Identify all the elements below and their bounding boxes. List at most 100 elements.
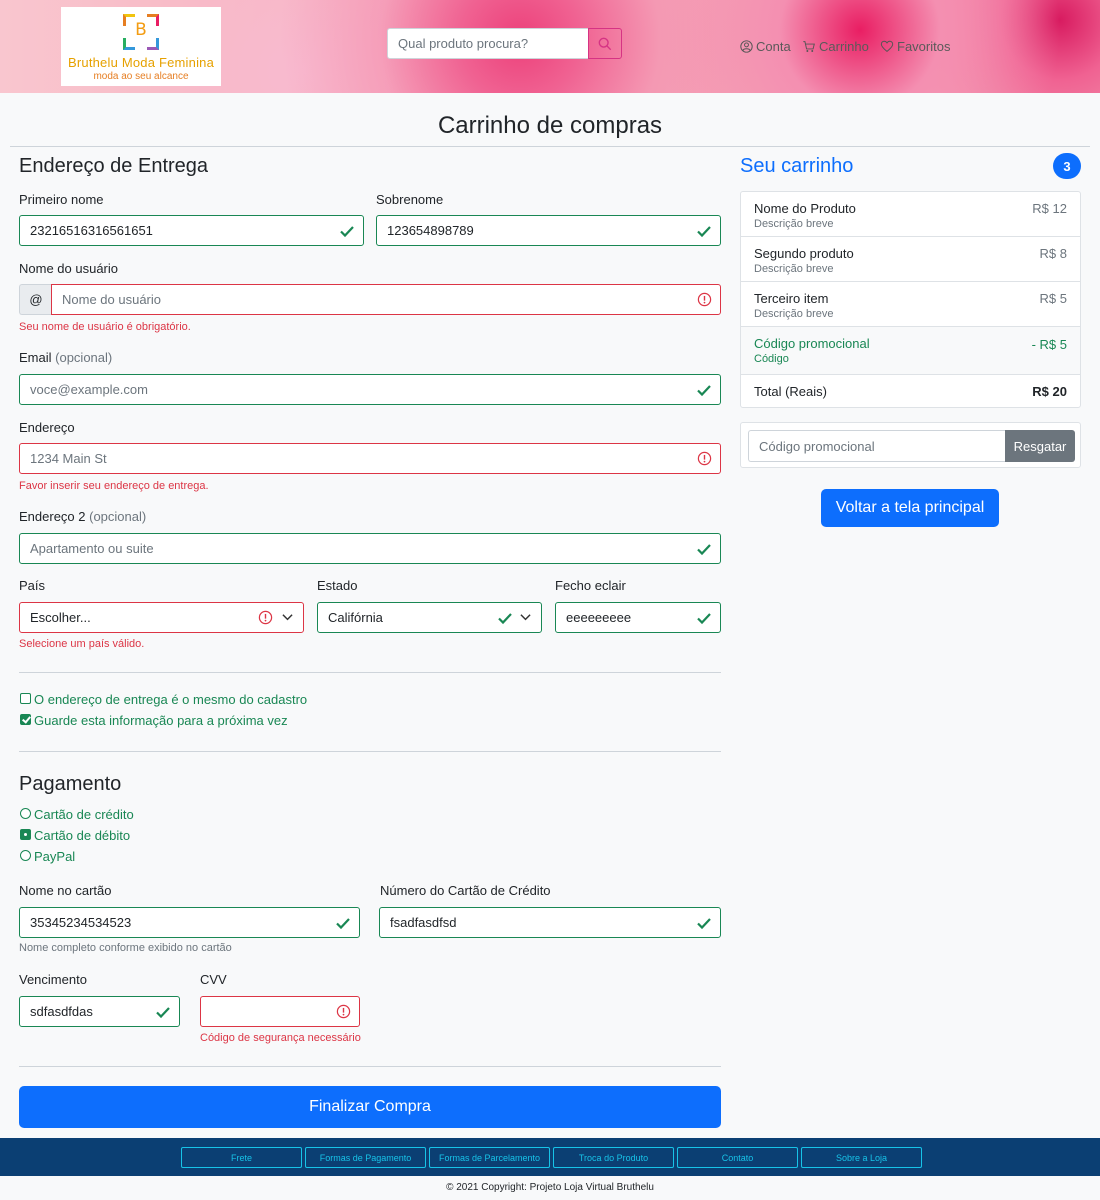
footer-link-contact[interactable]: Contato — [677, 1147, 798, 1168]
last-name-value: 123654898789 — [387, 223, 474, 238]
cart-title: Seu carrinho — [740, 155, 854, 177]
valid-check-icon — [156, 1007, 170, 1019]
email-optional: (opcional) — [55, 350, 113, 365]
save-info-label: Guarde esta informação para a próxima ve… — [34, 713, 288, 728]
country-value: Escolher... — [30, 610, 91, 625]
save-info-checkbox[interactable]: Guarde esta informação para a próxima ve… — [20, 713, 288, 728]
radio-unselected-icon — [20, 808, 31, 819]
first-name-label: Primeiro nome — [19, 192, 104, 207]
promo-code-input[interactable]: Código promocional — [748, 430, 1005, 462]
search-button[interactable] — [588, 28, 622, 59]
country-select[interactable]: Escolher... — [19, 602, 304, 633]
payment-credit-radio[interactable]: Cartão de crédito — [20, 807, 134, 822]
card-name-field[interactable]: 35345234534523 — [19, 907, 360, 938]
cart-promo-name: Código promocional — [754, 336, 870, 351]
address2-field[interactable]: Apartamento ou suite — [19, 533, 721, 564]
state-select[interactable]: Califórnia — [317, 602, 542, 633]
username-label: Nome do usuário — [19, 261, 118, 276]
cart-item-desc: Descrição breve — [754, 218, 834, 230]
footer-bar: Frete Formas de Pagamento Formas de Parc… — [0, 1138, 1100, 1176]
footer-link-exchange[interactable]: Troca do Produto — [553, 1147, 674, 1168]
nav-account-label: Conta — [756, 39, 791, 54]
address-placeholder: 1234 Main St — [30, 451, 107, 466]
address2-label-text: Endereço 2 — [19, 509, 86, 524]
address-error: Favor inserir seu endereço de entrega. — [19, 480, 209, 492]
expiration-value: sdfasdfdas — [30, 1004, 93, 1019]
valid-check-icon — [697, 385, 711, 397]
cart-count-badge: 3 — [1053, 153, 1081, 179]
cart-item-desc: Descrição breve — [754, 308, 834, 320]
radio-selected-icon — [20, 829, 31, 840]
email-field[interactable]: voce@example.com — [19, 374, 721, 405]
cart-item-name: Segundo produto — [754, 246, 854, 261]
same-address-checkbox[interactable]: O endereço de entrega é o mesmo do cadas… — [20, 692, 307, 707]
promo-code-form: Código promocional Resgatar — [740, 422, 1081, 468]
first-name-value: 23216516316561651 — [30, 223, 153, 238]
card-name-help: Nome completo conforme exibido no cartão — [19, 942, 232, 954]
payment-heading: Pagamento — [19, 773, 122, 795]
first-name-field[interactable]: 23216516316561651 — [19, 215, 364, 246]
search-input[interactable] — [387, 28, 588, 59]
card-number-value: fsadfasdfsd — [390, 915, 457, 930]
cart-item-price: R$ 12 — [1032, 201, 1067, 216]
logo-name: Bruthelu Moda Feminina — [67, 55, 215, 70]
cvv-field[interactable] — [200, 996, 360, 1027]
zip-field[interactable]: eeeeeeeee — [555, 602, 721, 633]
cart-list: Nome do Produto Descrição breve R$ 12 Se… — [740, 191, 1081, 408]
header-banner: B Bruthelu Moda Feminina moda ao seu alc… — [0, 0, 1100, 93]
checkbox-unchecked-icon — [20, 693, 31, 704]
state-value: Califórnia — [328, 610, 383, 625]
payment-paypal-label: PayPal — [34, 849, 76, 864]
valid-check-icon — [697, 918, 711, 930]
footer-link-about[interactable]: Sobre a Loja — [801, 1147, 922, 1168]
shipping-heading: Endereço de Entrega — [19, 155, 209, 177]
cart-item: Segundo produto Descrição breve R$ 8 — [741, 237, 1080, 282]
title-divider — [10, 146, 1090, 147]
redeem-button[interactable]: Resgatar — [1005, 430, 1075, 462]
card-number-label: Número do Cartão de Crédito — [380, 883, 551, 898]
nav-cart-label: Carrinho — [819, 39, 869, 54]
address2-label: Endereço 2 (opcional) — [19, 509, 146, 524]
cart-item-name: Terceiro item — [754, 291, 829, 306]
footer-link-shipping[interactable]: Frete — [181, 1147, 302, 1168]
radio-unselected-icon — [20, 850, 31, 861]
cart-icon — [803, 41, 815, 52]
nav-cart[interactable]: Carrinho — [802, 39, 869, 54]
section-divider — [19, 1066, 721, 1067]
card-name-label: Nome no cartão — [19, 883, 112, 898]
error-circle-icon — [258, 610, 273, 625]
search-bar — [387, 28, 622, 59]
last-name-label: Sobrenome — [376, 192, 444, 207]
error-circle-icon — [697, 292, 712, 307]
last-name-field[interactable]: 123654898789 — [376, 215, 721, 246]
address2-placeholder: Apartamento ou suite — [30, 541, 154, 556]
payment-paypal-radio[interactable]: PayPal — [20, 849, 75, 864]
valid-check-icon — [340, 226, 354, 238]
page-title: Carrinho de compras — [437, 112, 663, 139]
state-label: Estado — [317, 578, 358, 593]
search-icon — [598, 37, 612, 50]
footer-link-payment[interactable]: Formas de Pagamento — [305, 1147, 426, 1168]
section-divider — [19, 751, 721, 752]
nav-account[interactable]: Conta — [740, 39, 791, 54]
footer-link-installments[interactable]: Formas de Parcelamento — [429, 1147, 550, 1168]
user-circle-icon — [740, 40, 753, 53]
valid-check-icon — [697, 613, 711, 625]
store-logo[interactable]: B Bruthelu Moda Feminina moda ao seu alc… — [61, 7, 221, 86]
copyright-text: © 2021 Copyright: Projeto Loja Virtual B… — [446, 1182, 654, 1193]
username-field[interactable]: Nome do usuário — [51, 284, 721, 315]
card-number-field[interactable]: fsadfasdfsd — [379, 907, 721, 938]
logo-mark-icon: B — [123, 14, 159, 50]
back-home-button[interactable]: Voltar a tela principal — [821, 489, 999, 527]
nav-favorites[interactable]: Favoritos — [880, 39, 950, 54]
payment-debit-radio[interactable]: Cartão de débito — [20, 828, 130, 843]
cart-total-label: Total (Reais) — [754, 384, 827, 399]
address-field[interactable]: 1234 Main St — [19, 443, 721, 474]
chevron-down-icon — [282, 614, 293, 621]
finish-purchase-button[interactable]: Finalizar Compra — [19, 1086, 721, 1128]
same-address-label: O endereço de entrega é o mesmo do cadas… — [34, 692, 308, 707]
cart-promo-desc: Código — [754, 353, 789, 365]
chevron-down-icon — [520, 614, 531, 621]
cvv-label: CVV — [200, 972, 227, 987]
expiration-field[interactable]: sdfasdfdas — [19, 996, 180, 1027]
